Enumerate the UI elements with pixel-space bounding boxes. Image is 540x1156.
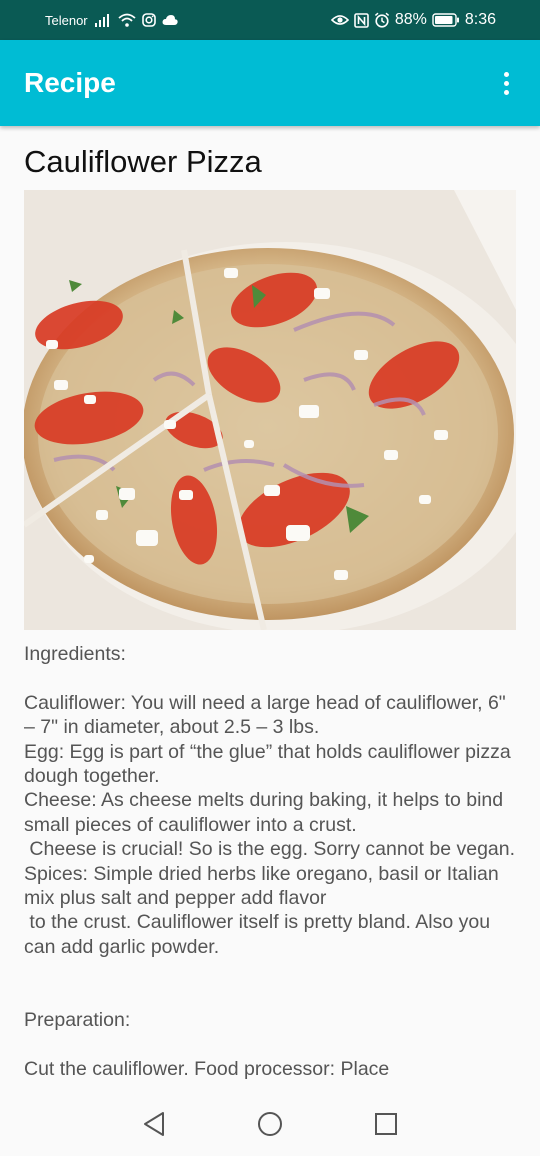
alarm-icon xyxy=(374,12,390,28)
recents-button[interactable] xyxy=(373,1111,399,1137)
recipe-image xyxy=(24,190,516,630)
battery-icon xyxy=(432,13,460,27)
nfc-icon xyxy=(354,12,369,28)
cloud-icon xyxy=(162,14,178,26)
eye-icon xyxy=(330,13,349,27)
recipe-text: Ingredients: Cauliflower: You will need … xyxy=(24,643,516,1080)
home-circle-icon xyxy=(258,1112,282,1136)
recipe-title: Cauliflower Pizza xyxy=(24,144,262,179)
carrier-name: Telenor xyxy=(45,12,88,28)
recents-square-icon xyxy=(375,1113,397,1135)
clock-time: 8:36 xyxy=(464,11,496,28)
status-bar: Telenor 88% 8:36 xyxy=(0,0,540,40)
recipe-content[interactable]: Cauliflower Pizza Ingredients: Cauliflow… xyxy=(0,126,540,1092)
overflow-menu-button[interactable] xyxy=(494,63,518,103)
battery-percentage: 88% xyxy=(394,11,427,28)
navigation-bar xyxy=(0,1092,540,1156)
app-bar-title: Recipe xyxy=(24,67,116,98)
app-bar: Recipe xyxy=(0,40,540,126)
wifi-icon xyxy=(118,13,136,27)
more-vertical-icon xyxy=(503,71,509,77)
back-button[interactable] xyxy=(141,1111,167,1137)
back-triangle-icon xyxy=(144,1112,164,1136)
signal-icon xyxy=(94,13,112,27)
instagram-icon xyxy=(141,13,156,27)
home-button[interactable] xyxy=(257,1111,283,1137)
